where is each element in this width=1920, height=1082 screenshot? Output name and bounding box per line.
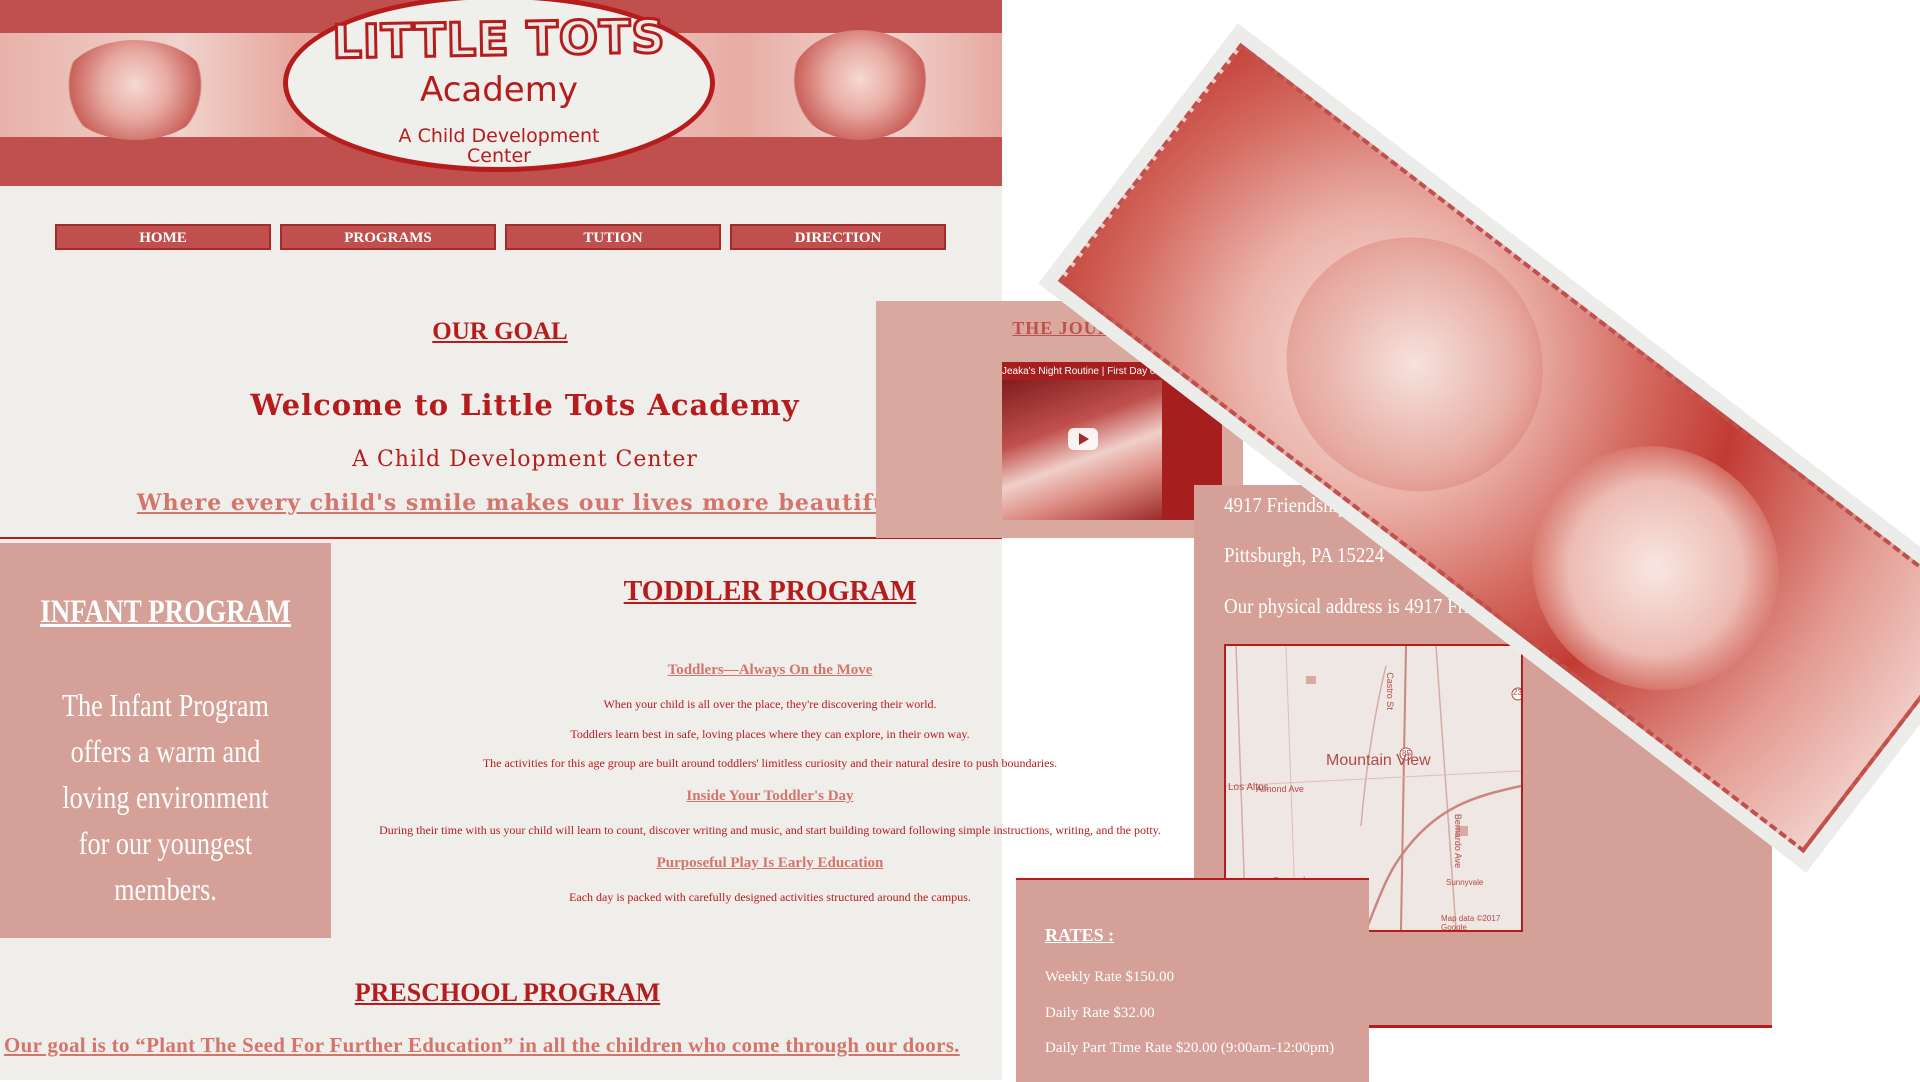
goal-heading: OUR GOAL bbox=[432, 318, 568, 345]
rate-daily: Daily Rate $32.00 bbox=[1045, 1005, 1155, 1021]
rate-weekly: Weekly Rate $150.00 bbox=[1045, 969, 1175, 985]
video-thumbnail[interactable] bbox=[1002, 380, 1162, 520]
map-label: Castro St bbox=[1384, 672, 1395, 710]
header-kid-photo-right bbox=[790, 30, 930, 140]
rates-title[interactable]: RATES : bbox=[1045, 925, 1114, 946]
welcome-title: Welcome to Little Tots Academy bbox=[250, 388, 800, 422]
nav-home-button[interactable]: HOME bbox=[55, 224, 271, 250]
toddler-text-line: Each day is packed with carefully design… bbox=[569, 890, 971, 904]
map-label: Sunnyvale bbox=[1446, 878, 1484, 887]
map-label: Almond Ave bbox=[1256, 784, 1304, 794]
address-city: Pittsburgh, PA 15224 bbox=[1224, 543, 1385, 567]
logo-subtitle: Academy bbox=[420, 70, 578, 110]
tagline-link[interactable]: Where every child's smile makes our live… bbox=[60, 490, 985, 516]
infant-text: The Infant Program offers a warm and lov… bbox=[62, 687, 269, 907]
map-label: 85 bbox=[1402, 749, 1411, 758]
nav-direction-button[interactable]: DIRECTION bbox=[730, 224, 946, 250]
toddler-subheading-move[interactable]: Toddlers—Always On the Move bbox=[470, 662, 1070, 679]
toddler-text-line: Toddlers learn best in safe, loving plac… bbox=[570, 727, 970, 741]
logo-tagline: A Child Development Center bbox=[398, 125, 600, 167]
toddler-text-line: During their time with us your child wil… bbox=[379, 823, 1161, 837]
toddler-text-line: The activities for this age group are bu… bbox=[482, 756, 1058, 770]
map-credit[interactable]: Map data ©2017 Google bbox=[1441, 914, 1521, 930]
preschool-goal-link[interactable]: Our goal is to “Plant The Seed For Furth… bbox=[4, 1033, 1014, 1058]
toddler-subheading-day[interactable]: Inside Your Toddler's Day bbox=[470, 788, 1070, 805]
infant-heading[interactable]: INFANT PROGRAM bbox=[30, 594, 301, 631]
toddler-subheading-play[interactable]: Purposeful Play Is Early Education bbox=[470, 855, 1070, 872]
logo-title: LITTLE TOTS bbox=[331, 8, 668, 71]
welcome-subtitle: A Child Development Center bbox=[352, 447, 698, 472]
nav-programs-button[interactable]: PROGRAMS bbox=[280, 224, 496, 250]
map-label: 237 bbox=[1513, 688, 1522, 697]
play-icon[interactable] bbox=[1068, 428, 1098, 450]
video-title[interactable]: Jeaka's Night Routine | First Day of Sch… bbox=[1002, 366, 1162, 377]
map-label-place: Mountain View bbox=[1326, 752, 1431, 769]
nav-tution-button[interactable]: TUTION bbox=[505, 224, 721, 250]
toddler-text-line: When your child is all over the place, t… bbox=[603, 697, 937, 711]
header-kid-photo-left bbox=[60, 40, 210, 140]
rate-part-time: Daily Part Time Rate $20.00 (9:00am-12:0… bbox=[1045, 1040, 1335, 1056]
preschool-heading: PRESCHOOL PROGRAM bbox=[354, 978, 661, 1007]
section-divider bbox=[0, 537, 1002, 539]
map-label: Bernardo Ave bbox=[1453, 813, 1464, 869]
toddler-heading: TODDLER PROGRAM bbox=[623, 576, 917, 607]
